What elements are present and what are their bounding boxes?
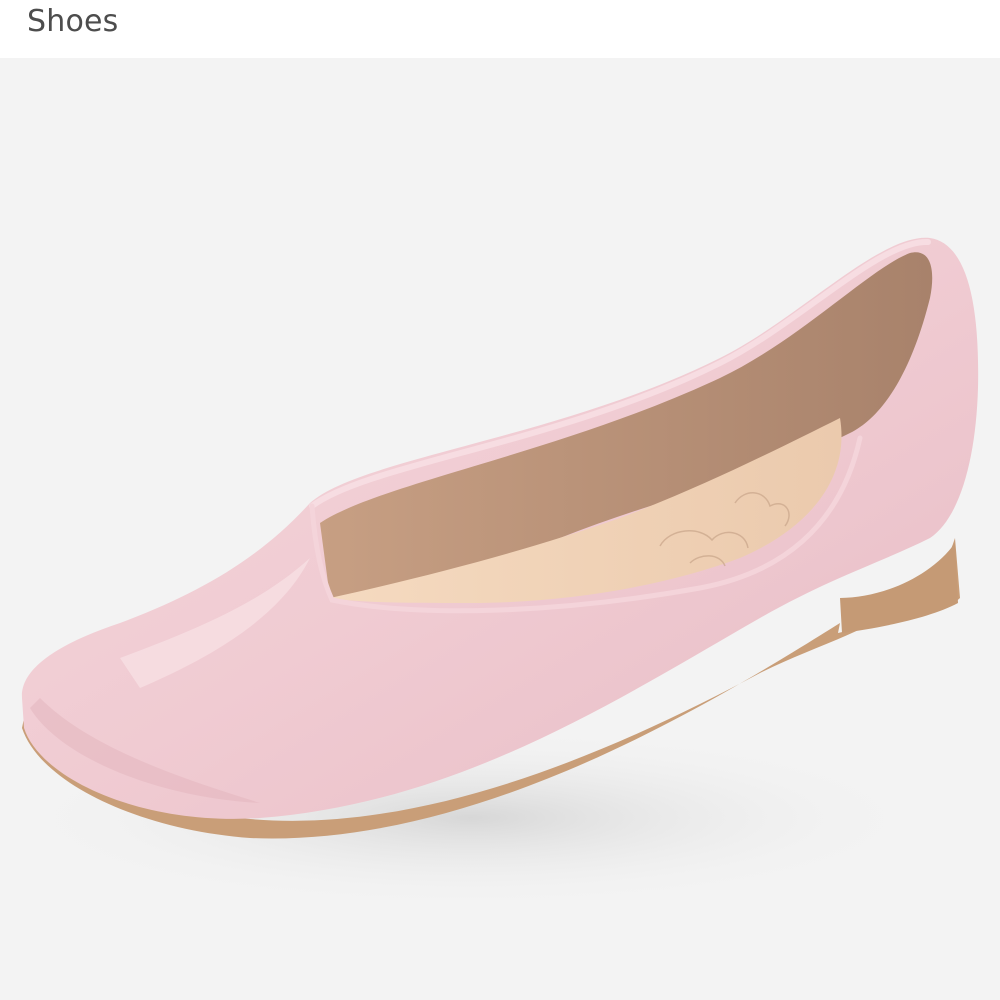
product-image[interactable] bbox=[0, 58, 1000, 1000]
shoe-illustration bbox=[10, 237, 979, 908]
page-header: Shoes bbox=[0, 0, 1000, 58]
page-title: Shoes bbox=[27, 4, 119, 39]
